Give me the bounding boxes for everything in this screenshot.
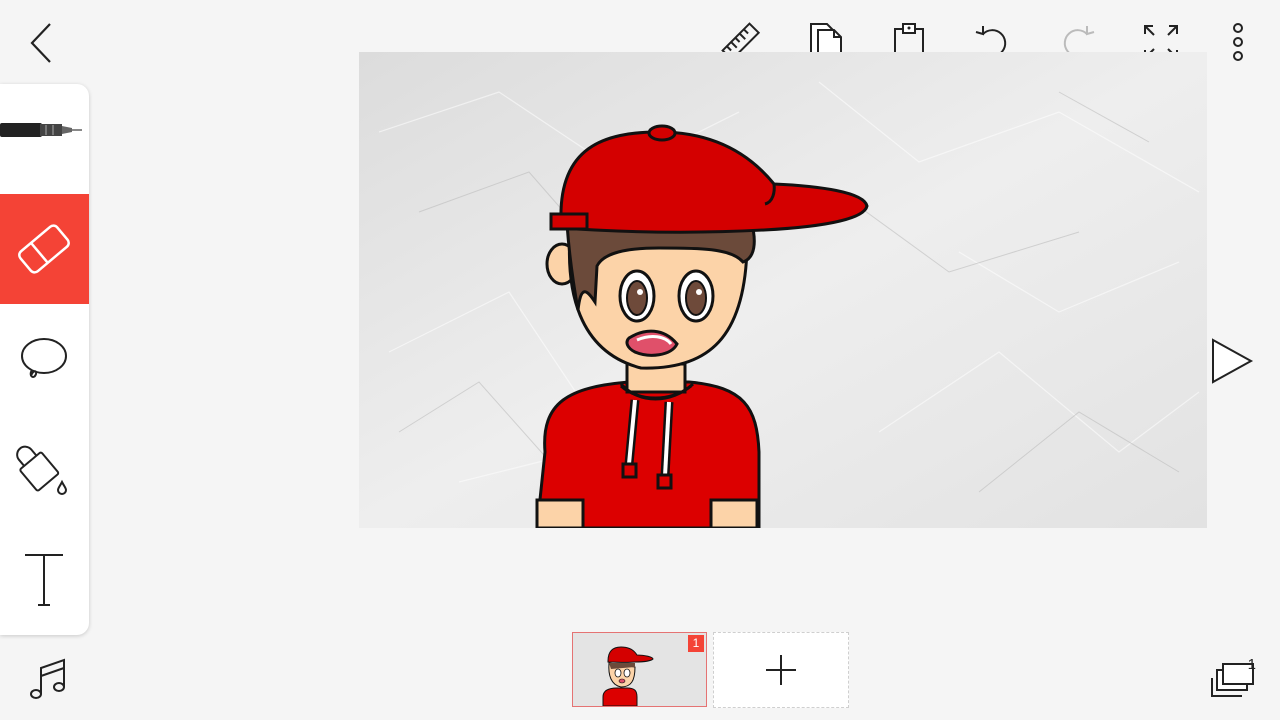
text-icon: [25, 554, 63, 606]
layers-button[interactable]: 1: [1208, 656, 1258, 702]
drawing-canvas[interactable]: [359, 52, 1207, 528]
play-button[interactable]: [1205, 334, 1257, 388]
fill-bucket-icon: [16, 445, 68, 495]
character-drawing: [359, 52, 1207, 528]
more-vertical-icon: [1233, 23, 1243, 61]
text-tool[interactable]: [0, 524, 89, 634]
back-button[interactable]: [20, 20, 66, 66]
eraser-tool[interactable]: [0, 194, 89, 304]
lasso-tool[interactable]: [0, 304, 89, 414]
pen-icon: [0, 123, 82, 137]
back-chevron-icon: [30, 23, 51, 63]
fill-tool[interactable]: [0, 414, 89, 524]
eraser-icon: [18, 224, 70, 274]
more-options-button[interactable]: [1220, 20, 1256, 64]
play-icon: [1212, 338, 1254, 384]
music-button[interactable]: [24, 654, 74, 704]
layers-count: 1: [1247, 656, 1256, 673]
tool-panel: [0, 84, 89, 635]
plus-icon: [766, 655, 796, 685]
add-frame-button[interactable]: [713, 632, 849, 708]
pen-tool[interactable]: [0, 84, 89, 194]
frame-thumbnail: [573, 633, 706, 706]
frame-number-badge: 1: [688, 635, 704, 652]
timeline-frame-1[interactable]: 1: [572, 632, 707, 707]
lasso-icon: [21, 338, 67, 378]
music-note-icon: [30, 658, 65, 699]
